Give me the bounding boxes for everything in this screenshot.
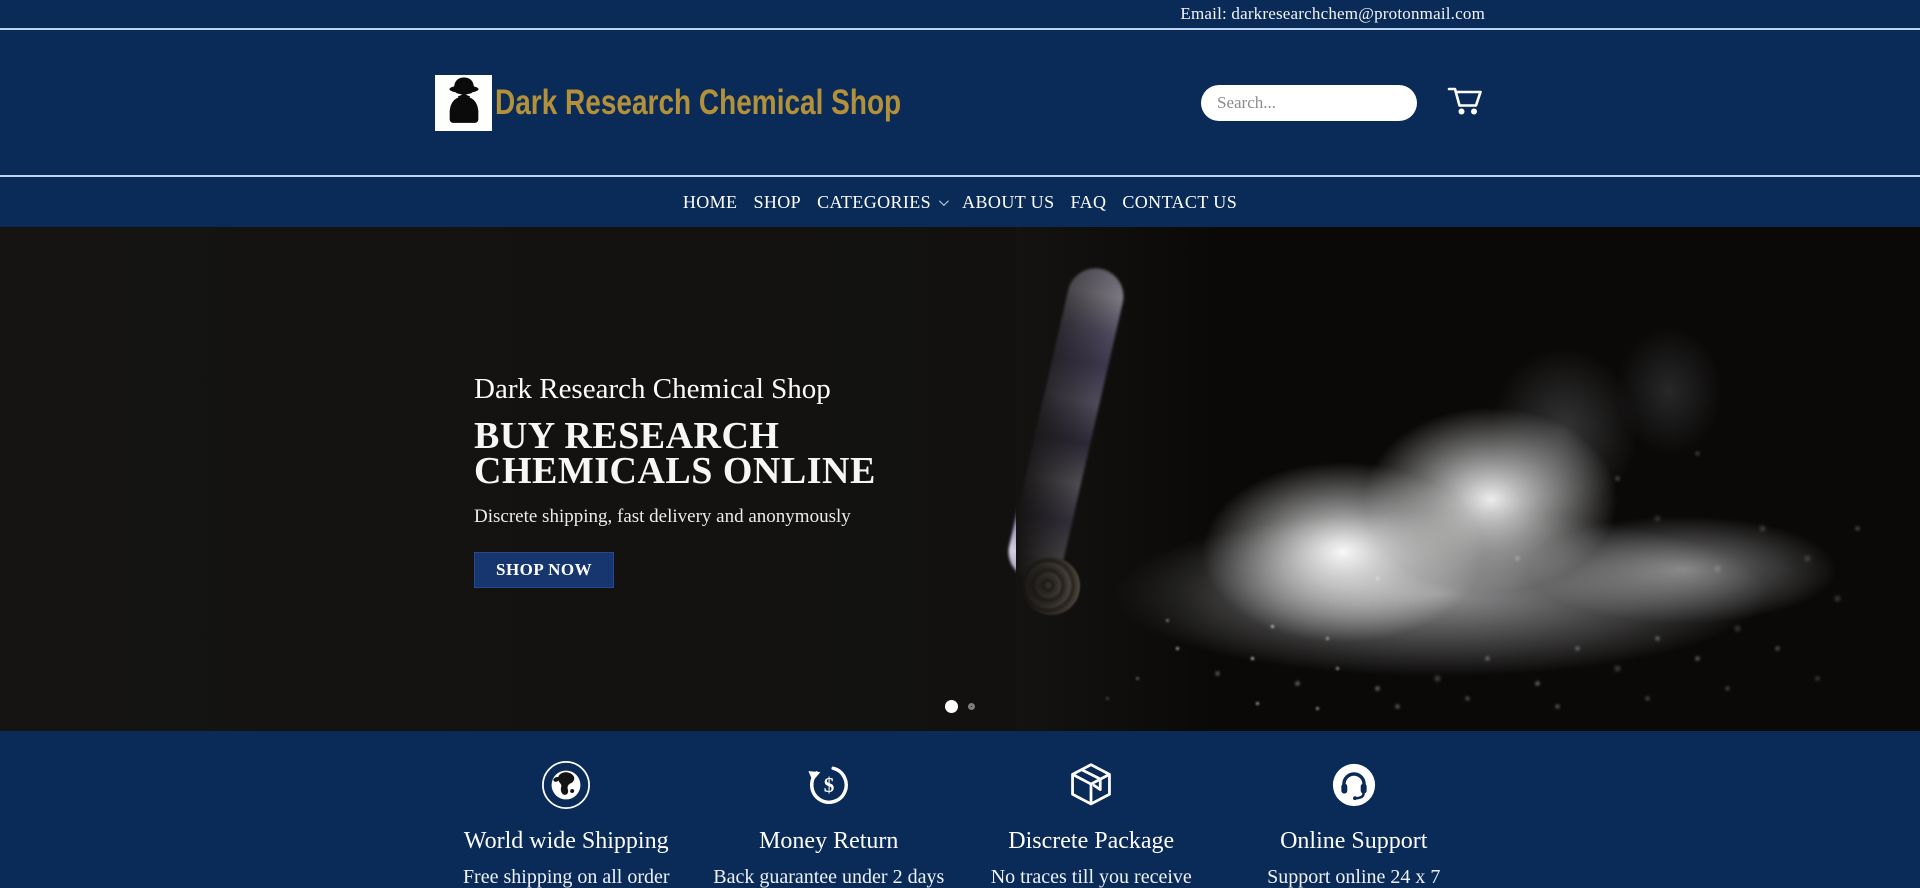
nav-item-about-us[interactable]: ABOUT US xyxy=(954,192,1062,213)
headset-icon xyxy=(1223,757,1486,813)
feature-discrete-package: Discrete Package No traces till you rece… xyxy=(960,757,1223,888)
feature-text: Support online 24 x 7 xyxy=(1223,866,1486,888)
hero-content: Dark Research Chemical Shop BUY RESEARCH… xyxy=(474,373,876,588)
contact-email: Email: darkresearchchem@protonmail.com xyxy=(1180,4,1485,24)
feature-online-support: Online Support Support online 24 x 7 xyxy=(1223,757,1486,888)
search-input[interactable] xyxy=(1217,93,1401,113)
feature-text: Back guarantee under 2 days xyxy=(698,866,961,888)
shop-now-button[interactable]: SHOP NOW xyxy=(474,552,614,588)
feature-title: Discrete Package xyxy=(960,828,1223,855)
carousel-dots xyxy=(945,700,975,713)
globe-icon xyxy=(435,757,698,813)
nav-item-home[interactable]: HOME xyxy=(675,192,746,213)
feature-worldwide-shipping: World wide Shipping Free shipping on all… xyxy=(435,757,698,888)
carousel-dot-1-active[interactable] xyxy=(945,700,958,713)
shopping-cart-icon xyxy=(1447,84,1485,121)
hero-subtitle: Discrete shipping, fast delivery and ano… xyxy=(474,506,876,528)
hero-heading-line2: CHEMICALS ONLINE xyxy=(474,454,876,489)
hero-heading: BUY RESEARCH CHEMICALS ONLINE xyxy=(474,419,876,489)
main-navigation: HOME SHOP CATEGORIES ABOUT US FAQ CONTAC… xyxy=(0,177,1920,227)
svg-text:$: $ xyxy=(823,773,834,797)
feature-money-return: $ Money Return Back guarantee under 2 da… xyxy=(698,757,961,888)
hero-heading-line1: BUY RESEARCH xyxy=(474,419,876,454)
nav-item-faq[interactable]: FAQ xyxy=(1063,192,1115,213)
search-box xyxy=(1201,85,1417,121)
hero-small-title: Dark Research Chemical Shop xyxy=(474,373,876,406)
feature-title: World wide Shipping xyxy=(435,828,698,855)
cart-button[interactable] xyxy=(1447,84,1485,121)
topbar: Email: darkresearchchem@protonmail.com xyxy=(0,0,1920,30)
header: Dark Research Chemical Shop xyxy=(0,30,1920,177)
feature-text: No traces till you receive xyxy=(960,866,1223,888)
chevron-down-icon xyxy=(939,196,949,206)
hero-slide-image xyxy=(1016,227,1920,731)
site-logo[interactable] xyxy=(435,75,492,131)
carousel-dot-2[interactable] xyxy=(968,703,975,710)
feature-title: Online Support xyxy=(1223,828,1486,855)
site-title: Dark Research Chemical Shop xyxy=(495,83,901,123)
money-return-icon: $ xyxy=(698,757,961,813)
package-icon xyxy=(960,757,1223,813)
features-section: World wide Shipping Free shipping on all… xyxy=(0,731,1920,888)
nav-item-shop[interactable]: SHOP xyxy=(745,192,809,213)
spy-icon xyxy=(439,75,489,130)
hero-carousel: Dark Research Chemical Shop BUY RESEARCH… xyxy=(0,227,1920,731)
feature-text: Free shipping on all order xyxy=(435,866,698,888)
nav-item-contact-us[interactable]: CONTACT US xyxy=(1114,192,1245,213)
nav-item-categories[interactable]: CATEGORIES xyxy=(809,192,954,213)
feature-title: Money Return xyxy=(698,828,961,855)
